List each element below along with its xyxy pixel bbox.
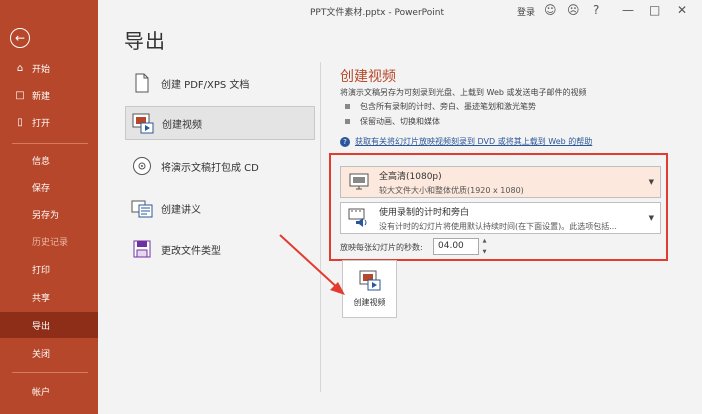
option-label: 创建 PDF/XPS 文档 xyxy=(161,79,250,91)
nav-new[interactable]: □ 新建 xyxy=(0,82,98,108)
back-arrow-icon[interactable]: ← xyxy=(10,28,30,48)
option-change-file-type[interactable]: 更改文件类型 xyxy=(125,232,315,266)
sidebar-divider xyxy=(12,143,88,144)
frown-icon[interactable]: ☹ xyxy=(567,3,580,17)
video-icon xyxy=(359,270,380,291)
minimize-icon[interactable]: — xyxy=(622,3,634,17)
quality-title: 全高清(1080p) xyxy=(379,171,442,182)
restore-icon[interactable]: □ xyxy=(649,3,660,17)
option-create-video[interactable]: 创建视频 xyxy=(125,106,315,140)
seconds-input[interactable]: 04.00 xyxy=(433,238,479,255)
backstage-sidebar: ← ⌂ 开始 □ 新建 ▯ 打开 信息 保存 另存为 历史记录 打印 共享 导出… xyxy=(0,0,98,414)
save-file-type-icon xyxy=(131,238,153,260)
nav-label: 关闭 xyxy=(32,349,51,360)
title-bar: PPT文件素材.pptx - PowerPoint 登录 ☺ ☹ ? — □ ✕ xyxy=(98,0,702,22)
nav-account[interactable]: 帐户 xyxy=(0,378,98,404)
nav-close[interactable]: 关闭 xyxy=(0,340,98,366)
nav-label: 打印 xyxy=(32,265,51,276)
nav-label: 打开 xyxy=(32,118,51,129)
bullet-text: 保留动画、切换和媒体 xyxy=(360,117,440,126)
smiley-icon[interactable]: ☺ xyxy=(544,3,557,17)
help-link-text: 获取有关将幻灯片放映视频刻录到 DVD 或将其上载到 Web 的帮助 xyxy=(355,137,593,146)
seconds-spinner[interactable]: ▲ ▼ xyxy=(480,238,489,255)
option-label: 将演示文稿打包成 CD xyxy=(161,162,259,174)
sidebar-divider xyxy=(12,372,88,373)
help-circle-icon: ? xyxy=(340,136,350,147)
option-package-cd[interactable]: 将演示文稿打包成 CD xyxy=(125,149,315,183)
nav-label: 导出 xyxy=(32,321,51,332)
feature-bullet: 包含所有录制的计时、旁白、墨迹笔划和激光笔势 xyxy=(345,101,536,112)
nav-open[interactable]: ▯ 打开 xyxy=(0,109,98,135)
option-label: 创建讲义 xyxy=(161,204,201,216)
spin-down-icon[interactable]: ▼ xyxy=(483,249,487,255)
section-description: 将演示文稿另存为可刻录到光盘、上载到 Web 或发送电子邮件的视频 xyxy=(340,88,587,97)
narration-icon xyxy=(347,207,371,229)
help-link[interactable]: ? 获取有关将幻灯片放映视频刻录到 DVD 或将其上载到 Web 的帮助 xyxy=(340,136,592,147)
timing-title: 使用录制的计时和旁白 xyxy=(379,207,470,218)
login-link[interactable]: 登录 xyxy=(517,5,535,18)
quality-dropdown[interactable]: 全高清(1080p) 较大文件大小和整体优质(1920 x 1080) ▼ xyxy=(340,166,661,198)
panel-divider xyxy=(320,62,321,392)
timing-dropdown[interactable]: 使用录制的计时和旁白 没有计时的幻灯片将使用默认持续时间(在下面设置)。此选项包… xyxy=(340,202,661,234)
quality-subtitle: 较大文件大小和整体优质(1920 x 1080) xyxy=(379,185,524,195)
nav-label: 开始 xyxy=(32,64,51,75)
nav-history: 历史记录 xyxy=(0,228,98,254)
section-title: 创建视频 xyxy=(340,69,396,85)
video-icon xyxy=(132,112,154,134)
timing-subtitle: 没有计时的幻灯片将使用默认持续时间(在下面设置)。此选项包括... xyxy=(379,221,617,231)
nav-print[interactable]: 打印 xyxy=(0,256,98,282)
nav-info[interactable]: 信息 xyxy=(0,147,98,173)
feature-bullet: 保留动画、切换和媒体 xyxy=(345,116,440,127)
bullet-text: 包含所有录制的计时、旁白、墨迹笔划和激光笔势 xyxy=(360,102,536,111)
nav-label: 另存为 xyxy=(32,210,60,221)
cd-icon xyxy=(131,155,153,177)
create-video-label: 创建视频 xyxy=(353,298,386,307)
nav-label: 共享 xyxy=(32,293,51,304)
nav-save[interactable]: 保存 xyxy=(0,174,98,200)
page-title: 导出 xyxy=(124,29,166,53)
pdf-document-icon xyxy=(131,72,153,94)
new-file-icon: □ xyxy=(15,89,25,101)
open-folder-icon: ▯ xyxy=(17,116,23,128)
nav-label: 历史记录 xyxy=(32,237,69,248)
nav-share[interactable]: 共享 xyxy=(0,284,98,310)
dropdown-arrow-icon: ▼ xyxy=(648,178,654,186)
help-icon[interactable]: ? xyxy=(593,3,599,17)
create-video-button[interactable]: 创建视频 xyxy=(342,260,397,318)
nav-save-as[interactable]: 另存为 xyxy=(0,201,98,227)
nav-label: 信息 xyxy=(32,156,51,167)
nav-label: 新建 xyxy=(32,91,51,102)
close-icon[interactable]: ✕ xyxy=(677,3,687,17)
bullet-square-icon xyxy=(345,104,350,109)
option-label: 创建视频 xyxy=(162,119,202,131)
home-icon: ⌂ xyxy=(16,62,24,74)
monitor-icon xyxy=(347,171,371,193)
option-create-handouts[interactable]: 创建讲义 xyxy=(125,191,315,225)
spin-up-icon[interactable]: ▲ xyxy=(483,238,487,244)
option-create-pdf[interactable]: 创建 PDF/XPS 文档 xyxy=(125,66,315,100)
nav-home[interactable]: ⌂ 开始 xyxy=(0,55,98,81)
bullet-square-icon xyxy=(345,119,350,124)
window-title: PPT文件素材.pptx - PowerPoint xyxy=(310,8,445,18)
nav-label: 帐户 xyxy=(32,387,51,398)
nav-label: 保存 xyxy=(32,183,51,194)
seconds-label: 放映每张幻灯片的秒数: xyxy=(340,243,423,252)
handout-icon xyxy=(131,197,153,219)
dropdown-arrow-icon: ▼ xyxy=(648,214,654,222)
nav-export[interactable]: 导出 xyxy=(0,312,98,338)
option-label: 更改文件类型 xyxy=(161,245,221,257)
